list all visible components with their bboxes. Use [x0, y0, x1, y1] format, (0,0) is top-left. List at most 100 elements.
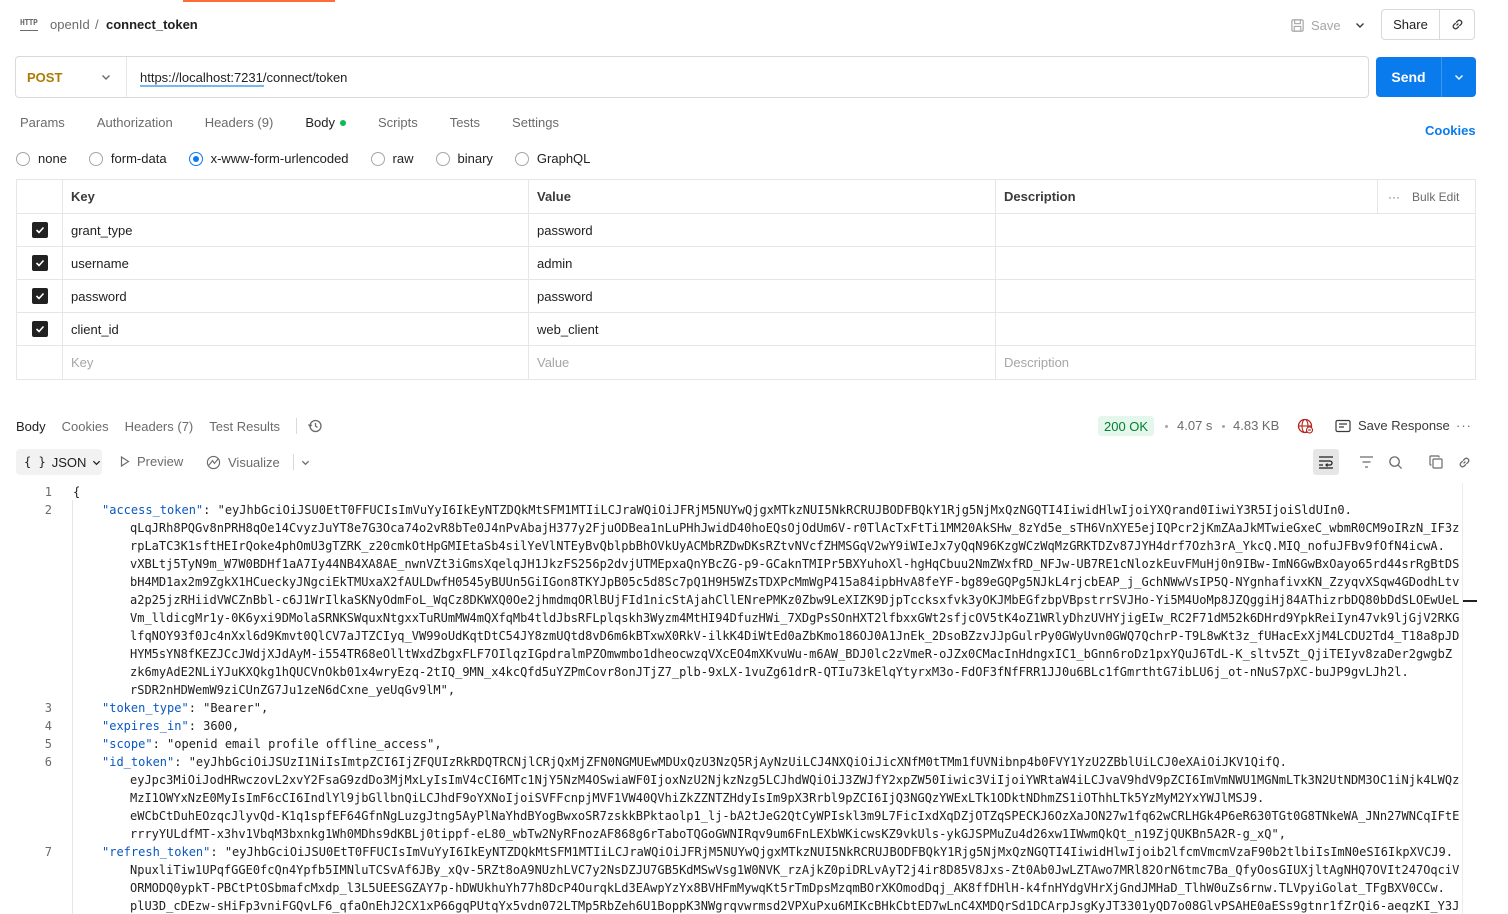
editor-scrollbar-track[interactable]	[1462, 483, 1463, 914]
preview-button[interactable]: Preview	[120, 454, 183, 469]
check-icon	[35, 325, 44, 333]
response-time[interactable]: 4.07 s	[1177, 418, 1212, 433]
body-type-graphql[interactable]: GraphQL	[514, 151, 590, 166]
filter-button[interactable]	[1356, 452, 1376, 472]
response-view-toolbar: { } JSON Preview Visualize	[16, 449, 1476, 475]
url-input[interactable]	[140, 69, 1140, 85]
radio-button[interactable]	[16, 151, 30, 166]
response-tab-body[interactable]: Body	[16, 419, 46, 434]
json-value: : "eyJhbGciOiJSU0EtT0FFUCIsImVuYyI6IkEyN…	[210, 845, 1454, 859]
format-select[interactable]: { } JSON	[16, 449, 102, 475]
divider	[296, 418, 298, 434]
save-options-dropdown[interactable]	[1350, 12, 1370, 38]
code-line: "access_token": "eyJhbGciOiJSU0EtT0FFUCI…	[102, 501, 1352, 519]
search-button[interactable]	[1385, 452, 1405, 472]
wrap-lines-icon	[1319, 456, 1333, 469]
new-value-input[interactable]: Value	[529, 346, 996, 379]
body-type-label: none	[38, 151, 67, 166]
method-select[interactable]: POST	[16, 57, 127, 97]
wrap-lines-button[interactable]	[1313, 449, 1339, 475]
body-type-label: x-www-form-urlencoded	[210, 151, 349, 166]
code-line: bH4MD1ax2m9ZgkX1HCueckyJNgciEkTMUxaX2fAU…	[130, 575, 1460, 589]
link-icon	[1459, 457, 1469, 467]
separator-dot	[1165, 425, 1168, 428]
bulk-edit-button[interactable]: ··· Bulk Edit	[1377, 180, 1475, 213]
radio-button[interactable]	[514, 151, 529, 166]
response-tab-headers[interactable]: Headers (7)	[125, 419, 194, 434]
description-cell[interactable]	[996, 313, 1475, 345]
tab-scripts[interactable]: Scripts	[378, 115, 418, 130]
request-tabs: Params Authorization Headers (9) Body Sc…	[20, 115, 591, 130]
breadcrumb-request-name[interactable]: connect_token	[106, 17, 198, 32]
line-number: 4	[44, 719, 52, 733]
enabled-checkbox[interactable]	[31, 321, 48, 337]
send-options-dropdown[interactable]	[1442, 57, 1476, 97]
new-description-input[interactable]: Description	[996, 346, 1475, 379]
json-key: "scope"	[102, 737, 153, 751]
copy-link-button[interactable]	[1440, 10, 1474, 39]
description-cell[interactable]	[996, 214, 1475, 246]
value-cell[interactable]: admin	[529, 247, 996, 279]
check-icon	[35, 259, 44, 267]
key-cell[interactable]: username	[63, 247, 529, 279]
tab-headers[interactable]: Headers (9)	[205, 115, 274, 130]
enabled-checkbox[interactable]	[31, 222, 48, 238]
save-button[interactable]: Save	[1290, 12, 1341, 38]
network-globe-icon[interactable]	[1297, 418, 1313, 434]
share-button[interactable]: Share	[1382, 10, 1440, 39]
radio-button-selected[interactable]	[188, 151, 203, 166]
value-cell[interactable]: password	[529, 280, 996, 312]
send-group: Send	[1376, 57, 1476, 97]
more-options-icon[interactable]: ···	[1456, 418, 1472, 433]
line-number: 1	[44, 485, 52, 499]
radio-button[interactable]	[88, 151, 103, 166]
tab-authorization[interactable]: Authorization	[97, 115, 173, 130]
save-response-button[interactable]: Save Response	[1335, 418, 1450, 433]
key-cell[interactable]: grant_type	[63, 214, 529, 246]
tab-params[interactable]: Params	[20, 115, 65, 130]
visualize-button[interactable]: Visualize	[206, 454, 310, 470]
body-type-form-data[interactable]: form-data	[88, 151, 167, 166]
body-type-label: binary	[457, 151, 493, 166]
cookies-link[interactable]: Cookies	[1425, 123, 1476, 138]
enabled-checkbox[interactable]	[31, 288, 48, 304]
copy-icon	[1429, 455, 1443, 469]
save-response-icon	[1335, 419, 1351, 432]
value-cell[interactable]: password	[529, 214, 996, 246]
body-type-binary[interactable]: binary	[435, 151, 493, 166]
table-row: client_id web_client	[17, 313, 1475, 346]
tab-tests[interactable]: Tests	[450, 115, 480, 130]
tab-settings[interactable]: Settings	[512, 115, 559, 130]
tab-body[interactable]: Body	[305, 115, 346, 130]
body-type-none[interactable]: none	[16, 151, 67, 166]
response-tab-test-results[interactable]: Test Results	[209, 419, 280, 434]
response-tab-cookies[interactable]: Cookies	[62, 419, 109, 434]
code-line: rrryYULdfMT-x3hv1VbqM3bxnkg1Wh0MDhs9dKBL…	[130, 827, 1286, 841]
more-options-icon[interactable]: ···	[1388, 190, 1400, 204]
body-type-urlencoded[interactable]: x-www-form-urlencoded	[188, 151, 349, 166]
value-cell[interactable]: web_client	[529, 313, 996, 345]
send-button[interactable]: Send	[1376, 57, 1442, 97]
description-cell[interactable]	[996, 280, 1475, 312]
body-type-raw[interactable]: raw	[370, 151, 414, 166]
history-icon[interactable]	[307, 418, 323, 434]
description-cell[interactable]	[996, 247, 1475, 279]
key-cell[interactable]: client_id	[63, 313, 529, 345]
chevron-down-icon[interactable]	[301, 458, 310, 467]
url-bar: POST	[15, 56, 1369, 98]
copy-button[interactable]	[1426, 452, 1446, 472]
new-key-input[interactable]: Key	[63, 346, 529, 379]
key-cell[interactable]: password	[63, 280, 529, 312]
enabled-checkbox[interactable]	[31, 255, 48, 271]
radio-button[interactable]	[435, 151, 450, 166]
breadcrumb-collection[interactable]: openId	[50, 17, 90, 32]
code-line: "scope": "openid email profile offline_a…	[102, 735, 442, 753]
check-icon	[35, 226, 44, 234]
response-body-editor[interactable]: 1234567 {"access_token": "eyJhbGciOiJSU0…	[16, 483, 1460, 914]
code-line: eyJpc3MiOiJodHRwczovL2xvY2FsaG9zdDo3MjMx…	[130, 773, 1460, 787]
link-button[interactable]	[1454, 452, 1474, 472]
radio-button[interactable]	[370, 151, 385, 166]
status-badge[interactable]: 200 OK	[1098, 416, 1155, 436]
response-size[interactable]: 4.83 KB	[1233, 418, 1279, 433]
code-line: HYM5sYN8fKEZJCcJWdjXJdAyM-i554TR68eOlltW…	[130, 647, 1453, 661]
